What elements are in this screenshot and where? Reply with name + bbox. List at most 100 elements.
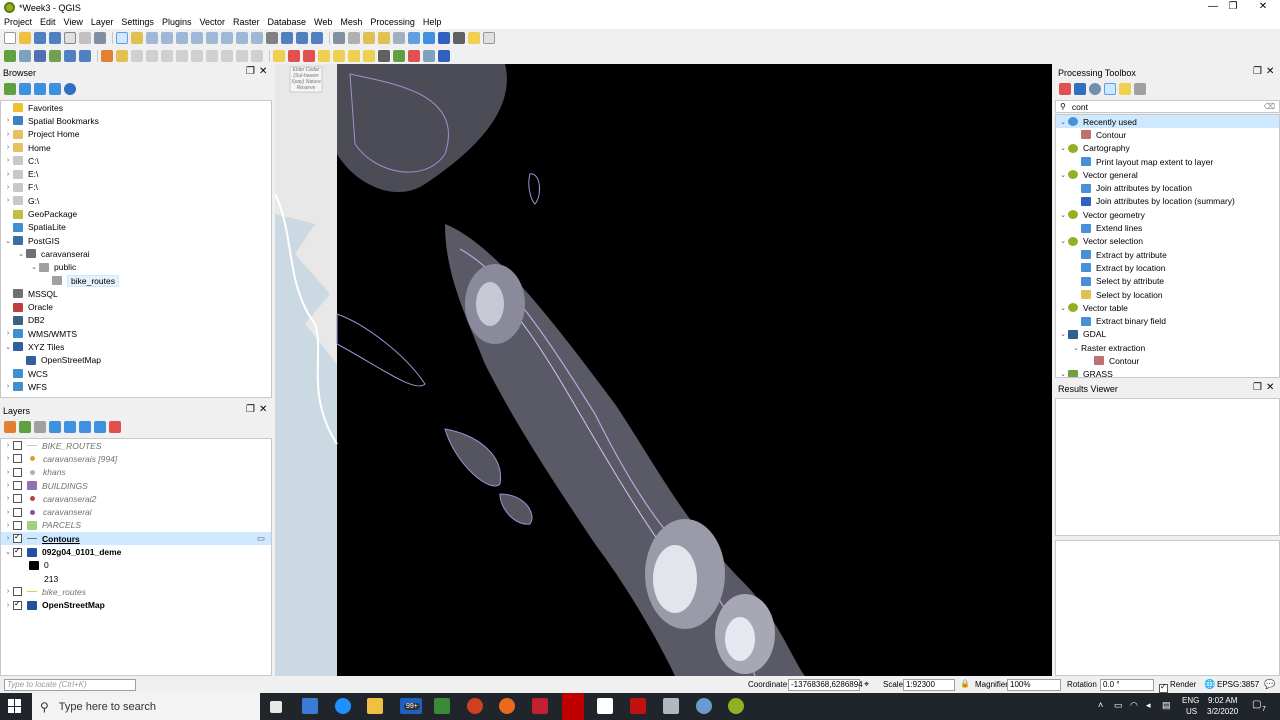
coordinate-field[interactable]: -13768368,6286894 <box>788 679 863 691</box>
mendeley-icon[interactable] <box>532 698 548 714</box>
chevron-right-icon[interactable]: › <box>3 184 13 191</box>
map-tips-icon[interactable] <box>468 32 480 44</box>
browser-item[interactable]: › WMS/WMTS <box>1 327 271 340</box>
layer-visibility-checkbox[interactable] <box>13 520 22 530</box>
new-print-layout-icon[interactable] <box>64 32 76 44</box>
toolbox-item[interactable]: Contour <box>1056 128 1279 141</box>
toolbox-item[interactable]: Extract by attribute <box>1056 248 1279 261</box>
label-rotate-icon[interactable] <box>333 50 345 62</box>
layout-manager-icon[interactable] <box>79 32 91 44</box>
locator-input[interactable]: Type to locate (Ctrl+K) <box>4 679 136 691</box>
layer-visibility-checkbox[interactable] <box>13 441 22 451</box>
lock-scale-icon[interactable]: 🔒 <box>960 679 970 688</box>
rotation-field[interactable]: 0.0 ° <box>1100 679 1154 691</box>
chevron-down-icon[interactable]: ⌄ <box>3 237 13 245</box>
messages-icon[interactable]: 💬 <box>1264 679 1275 690</box>
layer-item[interactable]: 213 <box>1 572 271 585</box>
python-console-icon[interactable] <box>378 50 390 62</box>
add-vector-icon[interactable] <box>34 50 46 62</box>
label-properties-icon[interactable] <box>363 50 375 62</box>
measure-icon[interactable] <box>453 32 465 44</box>
chevron-right-icon[interactable]: › <box>3 535 13 542</box>
label-icon[interactable] <box>273 50 285 62</box>
chevron-right-icon[interactable]: › <box>3 602 13 609</box>
volume-icon[interactable]: ◂ <box>1146 700 1151 711</box>
pan-to-selection-icon[interactable] <box>131 32 143 44</box>
toolbox-item[interactable]: Extract by location <box>1056 261 1279 274</box>
float-panel-icon[interactable]: ❐ <box>1253 66 1262 77</box>
chevron-right-icon[interactable]: › <box>3 171 13 178</box>
options-icon[interactable] <box>1134 83 1146 95</box>
layer-visibility-checkbox[interactable] <box>13 454 22 464</box>
save-edits-icon[interactable] <box>131 50 143 62</box>
toolbox-item[interactable]: ⌄ Raster extraction <box>1056 341 1279 354</box>
temporal-icon[interactable] <box>281 32 293 44</box>
chevron-down-icon[interactable]: ⌄ <box>1058 211 1068 219</box>
data-source-manager-icon[interactable] <box>4 50 16 62</box>
history-icon[interactable] <box>423 50 435 62</box>
chevron-right-icon[interactable]: › <box>3 482 13 489</box>
acrobat-icon[interactable] <box>630 698 646 714</box>
layer-visibility-checkbox[interactable] <box>13 532 22 544</box>
opera-icon[interactable] <box>562 693 584 720</box>
bookmark-icon[interactable] <box>296 32 308 44</box>
menu-project[interactable]: Project <box>0 15 36 29</box>
remove-layer-icon[interactable] <box>109 421 121 433</box>
new-map-view-icon[interactable] <box>266 32 278 44</box>
current-edits-icon[interactable] <box>101 50 113 62</box>
close-button[interactable]: ✕ <box>1246 0 1280 15</box>
toolbox-item[interactable]: ⌄ GRASS <box>1056 368 1279 377</box>
toolbox-item[interactable]: ⌄ Vector geometry <box>1056 208 1279 221</box>
chevron-right-icon[interactable]: › <box>3 131 13 138</box>
control-panel-icon[interactable] <box>302 698 318 714</box>
open-project-icon[interactable] <box>19 32 31 44</box>
toolbox-item[interactable]: ⌄ GDAL <box>1056 328 1279 341</box>
chevron-right-icon[interactable]: › <box>3 144 13 151</box>
attribute-table-icon[interactable] <box>408 32 420 44</box>
browser-item[interactable]: SpatiaLite <box>1 221 271 234</box>
add-raster-icon[interactable] <box>49 50 61 62</box>
chevron-right-icon[interactable]: › <box>3 330 13 337</box>
style-icon[interactable] <box>4 421 16 433</box>
start-windows-icon[interactable] <box>8 699 22 713</box>
filter-legend-icon[interactable] <box>49 421 61 433</box>
chevron-down-icon[interactable]: ⌄ <box>1058 144 1068 152</box>
history-icon[interactable] <box>1089 83 1101 95</box>
manage-themes-icon[interactable] <box>34 421 46 433</box>
close-panel-icon[interactable]: ✕ <box>1266 66 1274 77</box>
add-selected-layers-icon[interactable] <box>4 83 16 95</box>
layer-visibility-checkbox[interactable] <box>13 467 22 477</box>
toolbox-item[interactable]: Extract binary field <box>1056 314 1279 327</box>
redo-icon[interactable] <box>251 50 263 62</box>
layer-item[interactable]: ⌄ 092g04_0101_deme <box>1 545 271 558</box>
browser-item[interactable]: Favorites <box>1 101 271 114</box>
menu-help[interactable]: Help <box>419 15 446 29</box>
add-delimited-icon[interactable] <box>79 50 91 62</box>
scripts-icon[interactable] <box>1074 83 1086 95</box>
zoom-last-icon[interactable] <box>236 32 248 44</box>
results-viewer-icon[interactable] <box>1104 83 1116 95</box>
filter-icon[interactable] <box>34 83 46 95</box>
browser-item[interactable]: › Home <box>1 141 271 154</box>
layer-visibility-checkbox[interactable] <box>13 481 22 491</box>
chevron-down-icon[interactable]: ⌄ <box>1058 370 1068 377</box>
restore-button[interactable]: ❐ <box>1216 0 1250 15</box>
close-panel-icon[interactable]: ✕ <box>259 66 267 77</box>
toolbox-item[interactable]: Contour <box>1056 354 1279 367</box>
collapse-all-icon[interactable] <box>94 421 106 433</box>
toolbox-item[interactable]: ⌄ Vector general <box>1056 168 1279 181</box>
chevron-down-icon[interactable]: ⌄ <box>3 343 13 351</box>
layer-item[interactable]: › caravanserai2 <box>1 492 271 505</box>
menu-processing[interactable]: Processing <box>366 15 419 29</box>
chevron-right-icon[interactable]: › <box>3 522 13 529</box>
deselect-icon[interactable] <box>393 32 405 44</box>
add-layer-icon[interactable] <box>19 50 31 62</box>
keyboard-icon[interactable]: ▤ <box>1162 700 1171 711</box>
menu-web[interactable]: Web <box>310 15 336 29</box>
menu-view[interactable]: View <box>60 15 87 29</box>
taskbar-search[interactable]: ⚲ Type here to search <box>32 693 260 720</box>
chevron-down-icon[interactable]: ⌄ <box>1058 304 1068 312</box>
browser-item[interactable]: GeoPackage <box>1 207 271 220</box>
browser-item[interactable]: › F:\ <box>1 181 271 194</box>
render-checkbox[interactable] <box>1159 682 1168 693</box>
